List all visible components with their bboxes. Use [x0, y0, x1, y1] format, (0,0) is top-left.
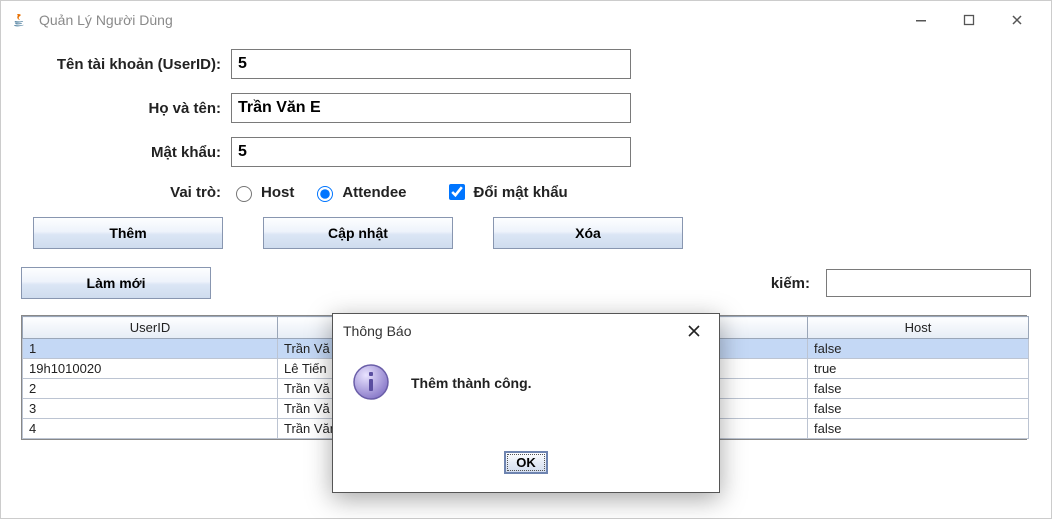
change-password-label: Đổi mật khẩu — [474, 184, 568, 201]
name-label: Họ và tên: — [21, 100, 231, 117]
role-attendee-label: Attendee — [342, 184, 406, 201]
info-icon — [351, 362, 391, 402]
th-host[interactable]: Host — [808, 317, 1029, 339]
reset-button[interactable]: Làm mới — [21, 267, 211, 299]
role-host-label: Host — [261, 184, 294, 201]
dialog-title: Thông Báo — [343, 323, 412, 339]
userid-input[interactable] — [231, 49, 631, 79]
cell-host[interactable]: false — [808, 379, 1029, 399]
search-input[interactable] — [826, 269, 1031, 297]
info-dialog: Thông Báo Thêm thành công. OK — [332, 313, 720, 493]
role-attendee-radio[interactable] — [317, 186, 333, 202]
th-userid[interactable]: UserID — [23, 317, 278, 339]
search-label: kiếm: — [771, 275, 810, 292]
close-button[interactable] — [993, 1, 1041, 39]
dialog-titlebar[interactable]: Thông Báo — [333, 314, 719, 348]
add-button[interactable]: Thêm — [33, 217, 223, 249]
maximize-button[interactable] — [945, 1, 993, 39]
change-password-option[interactable]: Đổi mật khẩu — [445, 181, 568, 203]
role-attendee-option[interactable]: Attendee — [312, 183, 406, 202]
dialog-message: Thêm thành công. — [411, 373, 532, 391]
role-host-radio[interactable] — [236, 186, 252, 202]
cell-userid[interactable]: 1 — [23, 339, 278, 359]
password-label: Mật khẩu: — [21, 144, 231, 161]
role-label: Vai trò: — [21, 184, 231, 201]
userid-label: Tên tài khoản (UserID): — [21, 56, 231, 73]
delete-button[interactable]: Xóa — [493, 217, 683, 249]
cell-userid[interactable]: 3 — [23, 399, 278, 419]
update-button[interactable]: Cập nhật — [263, 217, 453, 249]
role-host-option[interactable]: Host — [231, 183, 294, 202]
dialog-close-button[interactable] — [679, 316, 709, 346]
cell-userid[interactable]: 19h1010020 — [23, 359, 278, 379]
change-password-checkbox[interactable] — [449, 184, 465, 200]
cell-userid[interactable]: 2 — [23, 379, 278, 399]
titlebar[interactable]: Quản Lý Người Dùng — [1, 1, 1051, 39]
java-icon — [11, 11, 29, 29]
window-title: Quản Lý Người Dùng — [39, 12, 173, 28]
cell-host[interactable]: true — [808, 359, 1029, 379]
minimize-button[interactable] — [897, 1, 945, 39]
cell-host[interactable]: false — [808, 419, 1029, 439]
name-input[interactable] — [231, 93, 631, 123]
cell-host[interactable]: false — [808, 339, 1029, 359]
cell-userid[interactable]: 4 — [23, 419, 278, 439]
dialog-ok-button[interactable]: OK — [504, 451, 548, 474]
cell-host[interactable]: false — [808, 399, 1029, 419]
password-input[interactable] — [231, 137, 631, 167]
